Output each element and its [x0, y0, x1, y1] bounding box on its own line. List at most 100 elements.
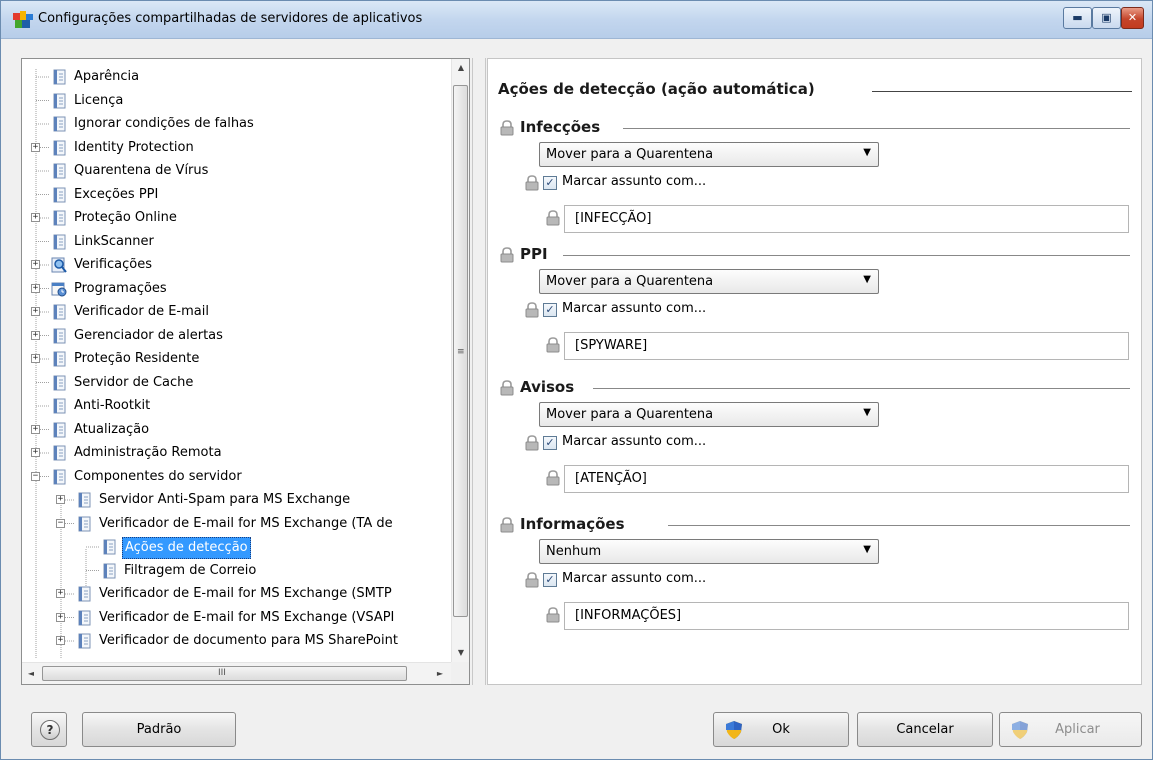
lock-icon[interactable] [546, 470, 560, 486]
dropdown-value: Mover para a Quarentena [546, 274, 714, 289]
collapse-icon[interactable]: − [31, 471, 40, 481]
tree-item[interactable]: + Proteção Residente [22, 348, 451, 370]
mark-subject-checkbox[interactable]: ✓ [543, 176, 557, 190]
default-button[interactable]: Padrão [82, 712, 236, 747]
tree-item[interactable]: Exceções PPI [22, 184, 451, 206]
tree-item[interactable]: − Componentes do servidor [22, 466, 451, 488]
page-icon [78, 633, 91, 649]
detection-actions-panel: Ações de detecção (ação automática) Infe… [487, 58, 1142, 685]
page-icon [53, 445, 66, 461]
action-dropdown[interactable]: Mover para a Quarentena ▼ [539, 402, 879, 427]
mark-subject-checkbox[interactable]: ✓ [543, 573, 557, 587]
input-value: [INFECÇÃO] [575, 211, 652, 226]
tree-item[interactable]: + Verificador de E-mail [22, 301, 451, 323]
expand-icon[interactable]: + [31, 307, 40, 316]
subject-tag-input[interactable]: [ATENÇÃO] [564, 465, 1129, 493]
tree-item-label: Filtragem de Correio [124, 562, 257, 578]
tree-item[interactable]: + Verificador de E-mail for MS Exchange (… [22, 583, 451, 605]
tree-item[interactable]: − Verificador de E-mail for MS Exchange (… [22, 513, 451, 535]
lock-icon[interactable] [546, 210, 560, 226]
help-button[interactable]: ? [31, 712, 67, 747]
lock-icon[interactable] [525, 302, 539, 318]
settings-tree[interactable]: Aparência Licença Ignorar condições de fal… [21, 58, 470, 685]
tree-item-label: Ignorar condições de falhas [74, 116, 254, 131]
panel-splitter[interactable] [472, 58, 486, 685]
apply-button[interactable]: Aplicar [999, 712, 1142, 747]
tree-item-label: Anti-Rootkit [74, 398, 151, 413]
expand-icon[interactable]: + [31, 260, 40, 269]
minimize-button[interactable]: ▬ [1063, 7, 1092, 29]
tree-item-label: Verificações [74, 257, 153, 272]
expand-icon[interactable]: + [31, 283, 40, 293]
mark-subject-checkbox[interactable]: ✓ [543, 303, 557, 317]
expand-icon[interactable]: + [56, 589, 65, 598]
lock-icon[interactable] [525, 435, 539, 451]
page-icon [53, 163, 66, 179]
tree-item[interactable]: Aparência [22, 66, 451, 88]
expand-icon[interactable]: + [31, 213, 40, 222]
mark-subject-checkbox[interactable]: ✓ [543, 436, 557, 450]
tree-item[interactable]: + Identity Protection [22, 137, 451, 159]
tree-item-label: Identity Protection [74, 139, 194, 155]
tree-item[interactable]: + Administração Remota [22, 442, 451, 464]
tree-item[interactable]: + Servidor Anti-Spam para MS Exchange [22, 489, 451, 511]
section-title: Avisos [520, 378, 575, 396]
lock-icon[interactable] [500, 120, 514, 136]
schedule-icon [51, 282, 67, 296]
lock-icon[interactable] [525, 175, 539, 191]
help-icon: ? [40, 720, 60, 740]
expand-icon[interactable]: + [31, 424, 40, 434]
tree-item[interactable]: Anti-Rootkit [22, 395, 451, 417]
tree-item[interactable]: Filtragem de Correio [22, 560, 451, 582]
cancel-button[interactable]: Cancelar [857, 712, 993, 747]
tree-item[interactable]: + Verificador de E-mail for MS Exchange (… [22, 607, 451, 629]
lock-icon[interactable] [500, 380, 514, 396]
tree-item-label: Proteção Online [74, 210, 177, 225]
scroll-right-arrow-icon[interactable]: ► [431, 663, 449, 684]
tree-item[interactable]: LinkScanner [22, 231, 451, 253]
lock-icon[interactable] [546, 337, 560, 353]
tree-item[interactable]: Ignorar condições de falhas [22, 113, 451, 135]
tree-item[interactable]: Licença [22, 90, 451, 112]
lock-icon[interactable] [546, 607, 560, 623]
horizontal-scrollbar[interactable]: ◄ III ► [22, 662, 451, 684]
action-dropdown[interactable]: Mover para a Quarentena ▼ [539, 142, 879, 167]
scroll-down-arrow-icon[interactable]: ▼ [452, 644, 470, 662]
tree-item[interactable]: Servidor de Cache [22, 372, 451, 394]
lock-icon[interactable] [500, 247, 514, 263]
expand-icon[interactable]: + [31, 448, 40, 457]
tree-item[interactable]: + Programações [22, 278, 451, 300]
action-dropdown[interactable]: Nenhum ▼ [539, 539, 879, 564]
tree-item[interactable]: + Gerenciador de alertas [22, 325, 451, 347]
expand-icon[interactable]: + [56, 636, 65, 645]
maximize-button[interactable]: ▣ [1092, 7, 1121, 29]
expand-icon[interactable]: + [31, 330, 40, 340]
expand-icon[interactable]: + [31, 142, 40, 152]
horizontal-scroll-thumb[interactable]: III [42, 666, 407, 681]
collapse-icon[interactable]: − [56, 518, 65, 528]
tree-item[interactable]: + Atualização [22, 419, 451, 441]
lock-icon[interactable] [500, 517, 514, 533]
tree-item-label: Aparência [74, 69, 140, 84]
expand-icon[interactable]: + [31, 354, 40, 363]
close-button[interactable]: ✕ [1121, 7, 1144, 29]
tree-item[interactable]: + Verificador de documento para MS ShareP… [22, 630, 451, 652]
title-bar[interactable]: Configurações compartilhadas de servidor… [1, 1, 1152, 39]
page-icon [53, 351, 66, 367]
ok-button[interactable]: Ok [713, 712, 849, 747]
expand-icon[interactable]: + [56, 612, 65, 622]
scroll-left-arrow-icon[interactable]: ◄ [22, 663, 40, 684]
tree-item[interactable]: + Verificações [22, 254, 451, 276]
subject-tag-input[interactable]: [INFECÇÃO] [564, 205, 1129, 233]
vertical-scroll-thumb[interactable]: ≡ [453, 85, 468, 617]
action-dropdown[interactable]: Mover para a Quarentena ▼ [539, 269, 879, 294]
scroll-up-arrow-icon[interactable]: ▲ [452, 59, 470, 77]
tree-item[interactable]: + Proteção Online [22, 207, 451, 229]
expand-icon[interactable]: + [56, 495, 65, 504]
vertical-scrollbar[interactable]: ▲ ≡ ▼ [451, 59, 469, 662]
subject-tag-input[interactable]: [INFORMAÇÕES] [564, 602, 1129, 630]
lock-icon[interactable] [525, 572, 539, 588]
tree-item[interactable]: Quarentena de Vírus [22, 160, 451, 182]
subject-tag-input[interactable]: [SPYWARE] [564, 332, 1129, 360]
tree-item[interactable]: Ações de detecção [22, 536, 451, 559]
